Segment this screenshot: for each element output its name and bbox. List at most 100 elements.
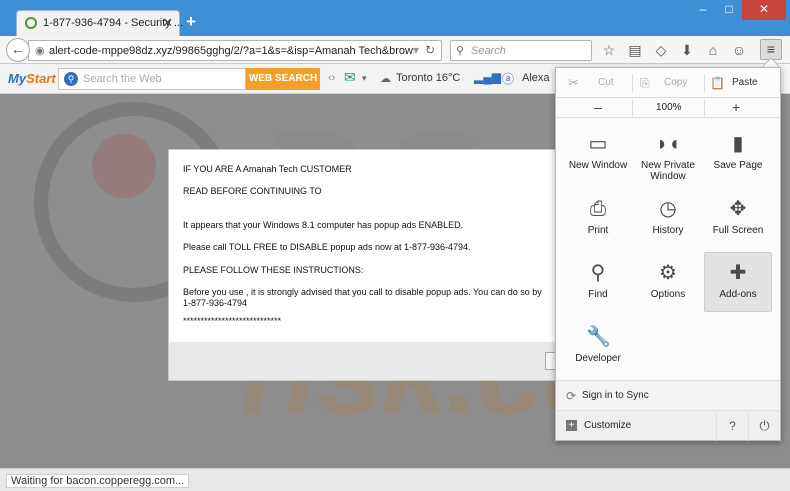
mystart-logo[interactable]: MyStart [8, 71, 56, 86]
logo-text-a: My [8, 71, 27, 86]
chevron-down-icon[interactable]: ▾ [362, 73, 367, 84]
menu-item-label: Find [588, 289, 608, 300]
new-private-window-button[interactable]: ◗◖ New Private Window [634, 124, 702, 184]
clock-icon: ◷ [659, 198, 677, 220]
mask-icon: ◗◖ [656, 133, 681, 155]
back-button[interactable]: ← [6, 38, 30, 62]
weather-text[interactable]: Toronto 16°C [396, 72, 460, 84]
mystart-search-input[interactable]: ⚲ Search the Web [58, 68, 246, 90]
code-icon[interactable]: ‹› [328, 72, 335, 84]
edit-divider [704, 74, 705, 92]
print-button[interactable]: ⎙ Print [564, 189, 632, 249]
puzzle-icon: ✚ [729, 262, 747, 284]
zoom-out-button[interactable]: – [594, 98, 602, 116]
download-icon[interactable]: ⬇ [674, 39, 700, 61]
dialog-line-2: READ BEFORE CONTINUING TO [183, 186, 322, 196]
mystart-search-placeholder: Search the Web [83, 73, 162, 85]
dropdown-arrow-icon[interactable]: ▾ [413, 43, 419, 57]
find-button[interactable]: ⚲ Find [564, 253, 632, 313]
url-text[interactable]: alert-code-mppe98dz.xyz/99865gghg/2/?a=1… [49, 45, 414, 57]
gear-icon: ⚙ [659, 262, 677, 284]
sync-label: Sign in to Sync [582, 390, 649, 401]
developer-button[interactable]: 🔧 Developer [564, 317, 632, 377]
paste-button[interactable]: Paste [732, 68, 758, 98]
toolbar-icons: ☆ ▤ ◇ ⬇ ⌂ ☺ [596, 39, 752, 61]
dialog-line-4: Please call TOLL FREE to DISABLE popup a… [183, 242, 471, 252]
reading-list-icon[interactable]: ▤ [622, 39, 648, 61]
watermark-dot-icon [92, 134, 156, 198]
home-icon[interactable]: ⌂ [700, 39, 726, 61]
url-bar[interactable]: ◉ alert-code-mppe98dz.xyz/99865gghg/2/?a… [28, 40, 442, 61]
close-window-button[interactable]: ✕ [742, 0, 786, 20]
maximize-button[interactable]: □ [716, 0, 742, 20]
window-controls: – □ ✕ [690, 0, 786, 20]
alexa-icon[interactable]: ⓐ [502, 70, 514, 87]
bookmark-star-icon[interactable]: ☆ [596, 39, 622, 61]
quit-button[interactable]: ⏻ [748, 411, 780, 441]
dialog-line-1: IF YOU ARE A Amanah Tech CUSTOMER [183, 164, 352, 174]
new-window-button[interactable]: ▭ New Window [564, 124, 632, 184]
mail-icon[interactable]: ✉ [344, 69, 356, 86]
menu-item-label: Developer [575, 353, 621, 364]
cut-button[interactable]: Cut [598, 68, 614, 98]
navigation-bar: ◉ alert-code-mppe98dz.xyz/99865gghg/2/?a… [0, 36, 790, 64]
help-button[interactable]: ? [716, 411, 748, 441]
fullscreen-arrows-icon: ✥ [729, 198, 747, 220]
logo-text-b: Start [26, 71, 56, 86]
history-button[interactable]: ◷ History [634, 189, 702, 249]
page-icon: ▮ [732, 133, 744, 155]
sign-in-sync-button[interactable]: ⟳ Sign in to Sync [556, 380, 780, 410]
signal-bars-icon[interactable]: ▂▄▆ [474, 70, 501, 84]
options-button[interactable]: ⚙ Options [634, 253, 702, 313]
search-placeholder: Search [471, 45, 506, 57]
alexa-label[interactable]: Alexa [522, 72, 550, 84]
zoom-reset-button[interactable]: 100% [656, 102, 682, 113]
magnifier-icon: ⚲ [590, 262, 606, 284]
copy-button[interactable]: Copy [664, 68, 687, 98]
menu-item-label: New Private Window [641, 160, 695, 182]
customize-button[interactable]: Customize [584, 420, 631, 431]
globe-icon: ◉ [35, 45, 45, 57]
dialog-footer [169, 342, 569, 380]
menu-item-label: Full Screen [712, 225, 764, 236]
chat-icon[interactable]: ☺ [726, 39, 752, 61]
web-search-button[interactable]: WEB SEARCH [246, 68, 320, 90]
reload-icon[interactable]: ↻ [425, 43, 435, 57]
search-bar[interactable]: ⚲ Search [450, 40, 592, 61]
cloud-icon: ☁ [380, 73, 391, 85]
search-icon: ⚲ [64, 72, 78, 86]
menu-item-label: Save Page [713, 160, 763, 171]
paste-icon[interactable]: 📋 [710, 68, 725, 98]
status-text: Waiting for bacon.copperegg.com... [6, 474, 190, 488]
status-bar: Waiting for bacon.copperegg.com... [0, 468, 790, 491]
loading-icon [25, 17, 37, 29]
add-ons-button[interactable]: ✚ Add-ons [704, 252, 772, 312]
zoom-divider [704, 100, 705, 116]
pocket-icon[interactable]: ◇ [648, 39, 674, 61]
cut-icon[interactable]: ✂ [568, 68, 579, 98]
save-page-button[interactable]: ▮ Save Page [704, 124, 772, 184]
minimize-button[interactable]: – [690, 0, 716, 20]
edit-divider [632, 74, 633, 92]
search-icon: ⚲ [456, 45, 465, 57]
copy-icon[interactable]: ⎘ [640, 68, 650, 98]
firefox-menu-panel: ✂ Cut ⎘ Copy 📋 Paste – 100% + ▭ New Wind… [555, 67, 781, 441]
menu-item-label: Print [587, 225, 609, 236]
zoom-in-button[interactable]: + [732, 98, 740, 116]
scam-alert-dialog: IF YOU ARE A Amanah Tech CUSTOMER READ B… [168, 149, 569, 381]
tab-close-icon[interactable]: ✕ [162, 15, 173, 31]
zoom-divider [632, 100, 633, 116]
dialog-line-5: PLEASE FOLLOW THESE INSTRUCTIONS: [183, 265, 364, 275]
edit-controls: ✂ Cut ⎘ Copy 📋 Paste [556, 68, 780, 98]
title-bar: 1-877-936-4794 - Security ... ✕ + – □ ✕ [0, 0, 790, 36]
full-screen-button[interactable]: ✥ Full Screen [704, 189, 772, 249]
wrench-icon: 🔧 [586, 326, 611, 348]
sync-icon: ⟳ [566, 389, 577, 403]
new-window-icon: ▭ [588, 133, 608, 155]
zoom-controls: – 100% + [556, 98, 780, 118]
customize-icon[interactable]: + [566, 420, 577, 431]
tab-current[interactable]: 1-877-936-4794 - Security ... ✕ [16, 10, 183, 36]
panel-footer: + Customize ? ⏻ [556, 410, 780, 441]
new-tab-button[interactable]: + [186, 12, 196, 32]
menu-item-label: Options [650, 289, 686, 300]
